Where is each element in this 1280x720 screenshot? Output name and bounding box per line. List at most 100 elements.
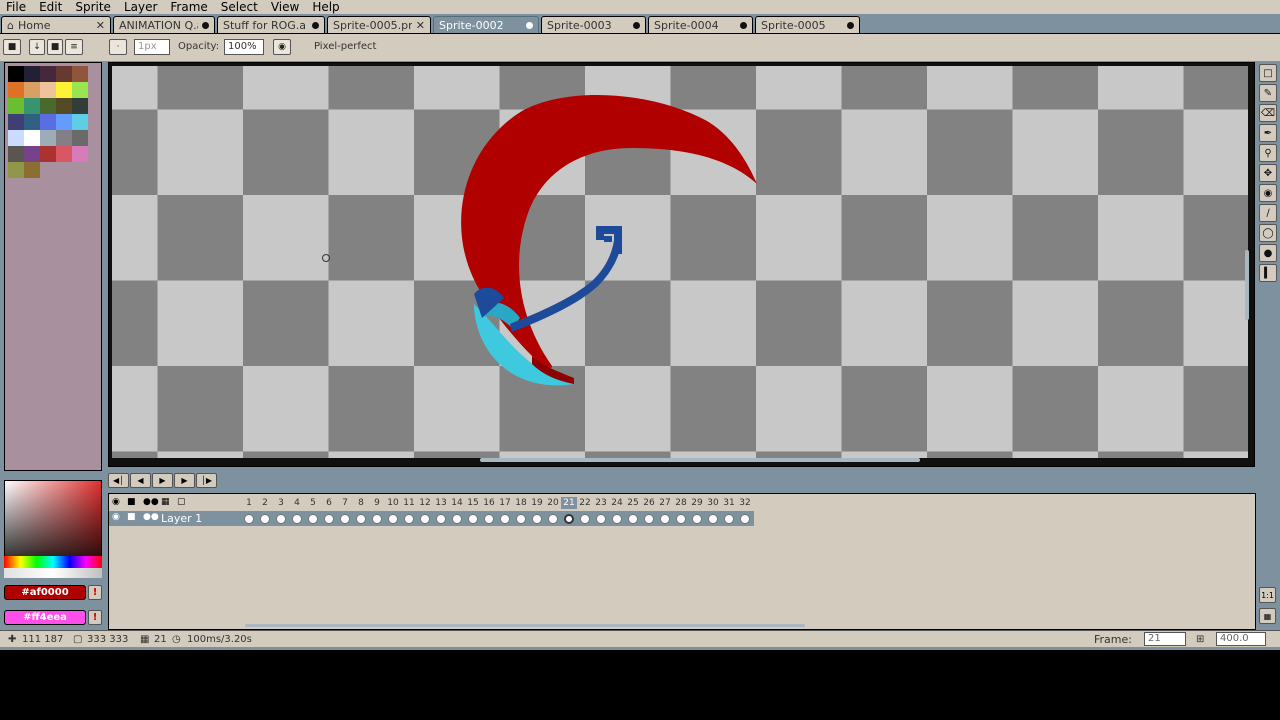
foreground-color[interactable]: #af0000	[4, 585, 86, 600]
lock-icon[interactable]: ■	[127, 497, 136, 507]
cel[interactable]	[577, 513, 593, 525]
brush-size-input[interactable]: 1px	[134, 39, 170, 55]
cel[interactable]	[545, 513, 561, 525]
frame-header-5[interactable]: 5	[305, 497, 321, 509]
frame-header-17[interactable]: 17	[497, 497, 513, 509]
brush-shape-icon[interactable]: ■	[47, 39, 63, 55]
prev-frame-icon[interactable]: ◀	[130, 473, 151, 488]
cel[interactable]	[321, 513, 337, 525]
cel[interactable]	[529, 513, 545, 525]
frame-header-20[interactable]: 20	[545, 497, 561, 509]
frame-header-16[interactable]: 16	[481, 497, 497, 509]
menu-view[interactable]: View	[271, 0, 299, 14]
palette-swatch[interactable]	[72, 98, 88, 114]
frame-header-24[interactable]: 24	[609, 497, 625, 509]
palette-swatch[interactable]	[72, 66, 88, 82]
palette-swatch[interactable]	[72, 130, 88, 146]
play-icon[interactable]: ▶	[152, 473, 173, 488]
palette-swatch[interactable]	[40, 98, 56, 114]
close-icon[interactable]: ✕	[96, 19, 105, 32]
cel[interactable]	[241, 513, 257, 525]
frame-header-8[interactable]: 8	[353, 497, 369, 509]
palette-swatch[interactable]	[56, 146, 72, 162]
cel[interactable]	[337, 513, 353, 525]
first-frame-icon[interactable]: ◀│	[108, 473, 129, 488]
cel[interactable]	[273, 513, 289, 525]
palette-swatch[interactable]	[56, 114, 72, 130]
cel[interactable]	[657, 513, 673, 525]
menu-file[interactable]: File	[6, 0, 26, 14]
palette-swatch[interactable]	[8, 162, 24, 178]
cel[interactable]	[257, 513, 273, 525]
cel[interactable]	[673, 513, 689, 525]
palette-swatch[interactable]	[24, 66, 40, 82]
palette-swatch[interactable]	[40, 130, 56, 146]
menu-frame[interactable]: Frame	[170, 0, 207, 14]
frame-icon[interactable]: ▦	[1259, 608, 1276, 624]
hue-slider[interactable]	[4, 556, 102, 568]
frame-header-12[interactable]: 12	[417, 497, 433, 509]
cel[interactable]	[369, 513, 385, 525]
frame-header-2[interactable]: 2	[257, 497, 273, 509]
cel[interactable]	[609, 513, 625, 525]
modified-dot-icon[interactable]	[740, 21, 747, 29]
frame-header-31[interactable]: 31	[721, 497, 737, 509]
onion-skin-icon[interactable]: ▢	[177, 497, 186, 507]
frame-header-4[interactable]: 4	[289, 497, 305, 509]
layer-continuous-icon[interactable]: ●●	[143, 512, 159, 522]
bucket-icon[interactable]: ◉	[1259, 184, 1277, 202]
palette-swatch[interactable]	[56, 66, 72, 82]
tab-6[interactable]: Sprite-0004	[648, 16, 753, 33]
frame-header-10[interactable]: 10	[385, 497, 401, 509]
cel[interactable]	[561, 513, 577, 525]
canvas-area[interactable]	[108, 62, 1255, 467]
ellipse-icon[interactable]: ◯	[1259, 224, 1277, 242]
canvas-horizontal-scrollbar[interactable]	[480, 458, 920, 462]
tab-7[interactable]: Sprite-0005	[755, 16, 860, 33]
palette-swatch[interactable]	[24, 146, 40, 162]
frame-header-29[interactable]: 29	[689, 497, 705, 509]
frame-header-7[interactable]: 7	[337, 497, 353, 509]
modified-dot-icon[interactable]	[633, 21, 640, 29]
download-icon[interactable]: ↓	[29, 39, 45, 55]
palette-swatch[interactable]	[8, 82, 24, 98]
frame-header-22[interactable]: 22	[577, 497, 593, 509]
palette-swatch[interactable]	[56, 82, 72, 98]
frame-header-3[interactable]: 3	[273, 497, 289, 509]
opacity-input[interactable]: 100%	[224, 39, 264, 55]
last-frame-icon[interactable]: │▶	[196, 473, 217, 488]
menu-layer[interactable]: Layer	[124, 0, 157, 14]
line-icon[interactable]: ∕	[1259, 204, 1277, 222]
menu-sprite[interactable]: Sprite	[75, 0, 111, 14]
modified-dot-icon[interactable]	[202, 21, 209, 29]
zoom-1-1-icon[interactable]: 1:1	[1259, 587, 1276, 603]
alpha-slider[interactable]	[4, 568, 102, 578]
menu-help[interactable]: Help	[312, 0, 339, 14]
timeline-scrollbar[interactable]	[245, 624, 805, 627]
modified-dot-icon[interactable]	[526, 21, 533, 29]
marquee-icon[interactable]: □	[1259, 64, 1277, 82]
frame-header-19[interactable]: 19	[529, 497, 545, 509]
cel[interactable]	[449, 513, 465, 525]
palette-swatch[interactable]	[40, 146, 56, 162]
palette-swatch[interactable]	[24, 130, 40, 146]
lock-icon[interactable]: ■	[3, 39, 21, 55]
cel[interactable]	[353, 513, 369, 525]
palette-swatch[interactable]	[8, 66, 24, 82]
cel[interactable]	[497, 513, 513, 525]
palette-swatch[interactable]	[40, 82, 56, 98]
canvas-vertical-scrollbar[interactable]	[1245, 250, 1249, 320]
close-icon[interactable]: ✕	[416, 19, 425, 32]
eyedropper-icon[interactable]: ✒	[1259, 124, 1277, 142]
menu-edit[interactable]: Edit	[39, 0, 62, 14]
palette-swatch[interactable]	[8, 130, 24, 146]
cel[interactable]	[305, 513, 321, 525]
modified-dot-icon[interactable]	[847, 21, 854, 29]
palette-swatch[interactable]	[40, 66, 56, 82]
cel[interactable]	[481, 513, 497, 525]
layer-name[interactable]: Layer 1	[161, 512, 202, 525]
tab-2[interactable]: Stuff for ROG.a	[217, 16, 325, 33]
cel[interactable]	[689, 513, 705, 525]
tab-4[interactable]: Sprite-0002	[433, 16, 539, 33]
frame-header-21[interactable]: 21	[561, 497, 577, 509]
